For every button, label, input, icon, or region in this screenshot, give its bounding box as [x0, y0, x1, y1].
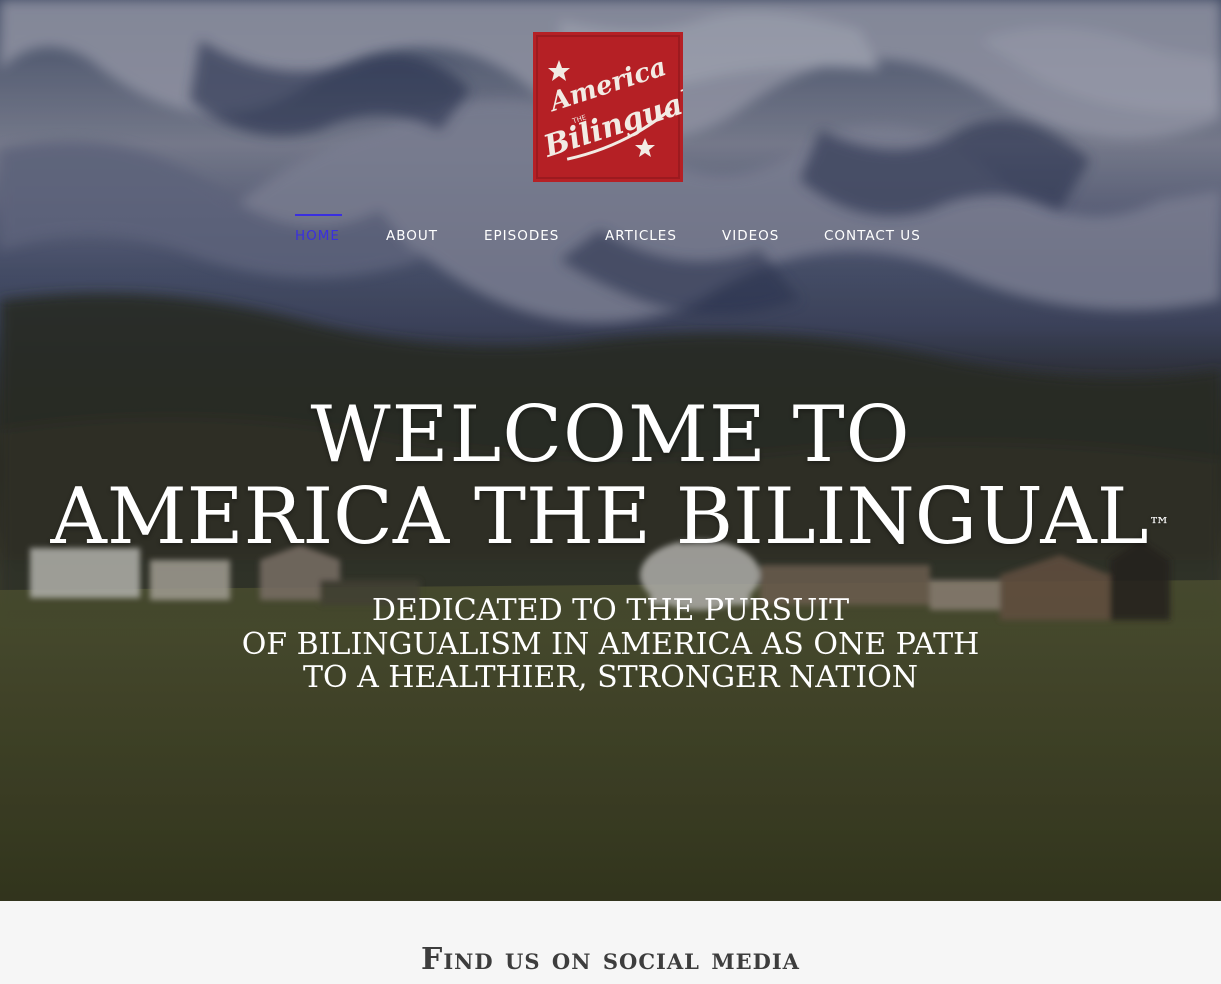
hero-subtitle-line1: DEDICATED TO THE PURSUIT [371, 593, 850, 628]
hero-section: America THE Bilingual HOME ABOUT EPISODE… [0, 0, 1221, 901]
hero-title-line2: AMERICA THE BILINGUAL™ [0, 474, 1221, 560]
social-media-heading: Find us on social media [421, 942, 800, 977]
main-nav: HOME ABOUT EPISODES ARTICLES VIDEOS CONT… [0, 214, 1221, 254]
nav-episodes[interactable]: EPISODES [484, 228, 559, 244]
hero-subtitle-line2: OF BILINGUALISM IN AMERICA AS ONE PATH [241, 627, 980, 662]
hero-subtitle-line3: TO A HEALTHIER, STRONGER NATION [302, 660, 919, 695]
hero-title-line1: WELCOME TO [310, 390, 911, 480]
active-nav-indicator [295, 214, 342, 216]
america-the-bilingual-logo[interactable]: America THE Bilingual [533, 32, 698, 182]
logo-badge: America THE Bilingual [533, 32, 698, 182]
nav-about[interactable]: ABOUT [386, 228, 438, 244]
nav-articles[interactable]: ARTICLES [605, 228, 677, 244]
trademark-symbol: ™ [1148, 514, 1171, 539]
nav-videos[interactable]: VIDEOS [722, 228, 779, 244]
hero-title-text: AMERICA THE BILINGUAL [50, 472, 1149, 562]
nav-home[interactable]: HOME [295, 228, 340, 244]
nav-contact-us[interactable]: CONTACT US [824, 228, 921, 244]
